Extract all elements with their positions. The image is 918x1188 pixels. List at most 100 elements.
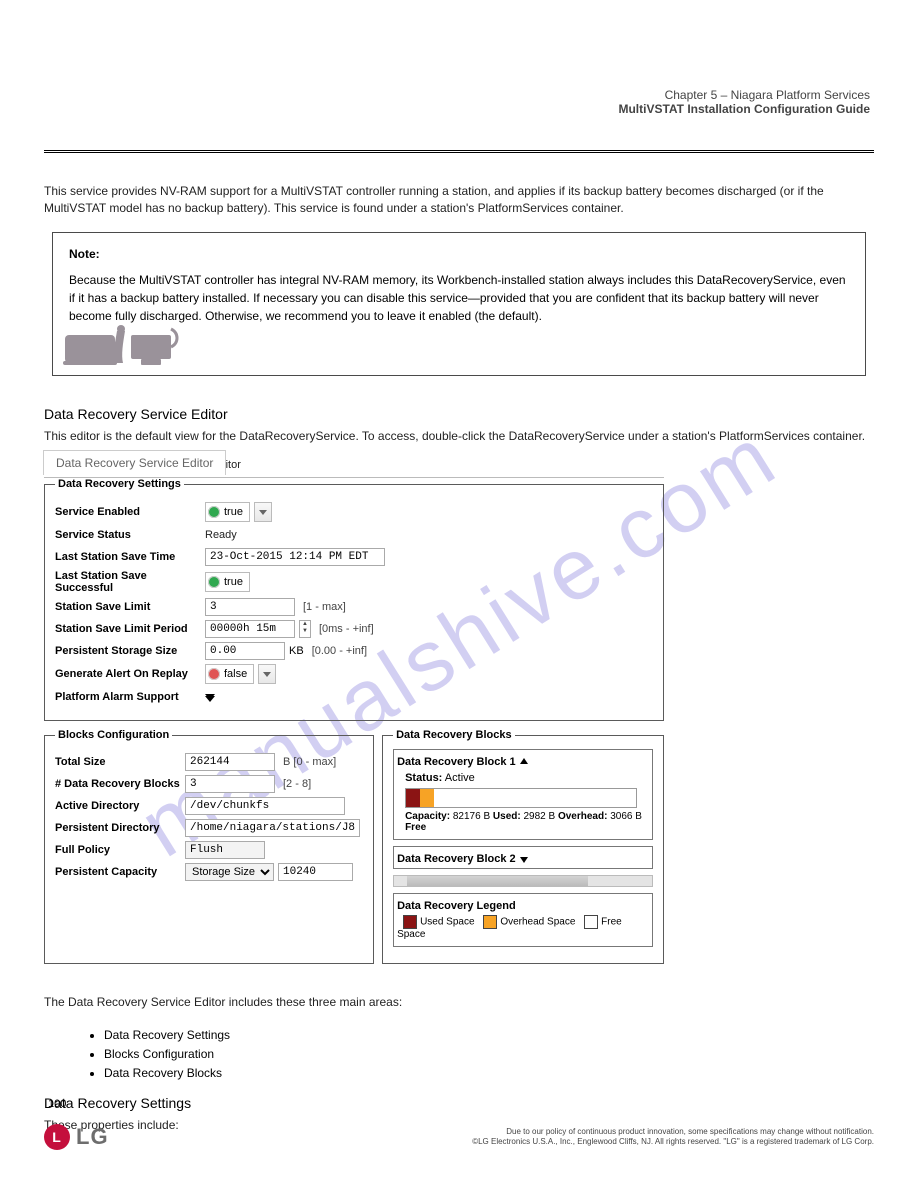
free-label: Free <box>405 822 426 833</box>
status-dot-red-icon <box>208 668 220 680</box>
save-limit-period-input[interactable] <box>205 620 295 638</box>
page-header: Chapter 5 – Niagara Platform Services Mu… <box>618 88 870 116</box>
service-status-value: Ready <box>205 529 237 541</box>
expand-icon[interactable] <box>205 691 217 703</box>
total-size-input[interactable] <box>185 753 275 771</box>
recovery-block-1: Data Recovery Block 1 Status: Active <box>393 749 653 840</box>
persist-cap-input[interactable] <box>278 863 353 881</box>
footer-line1: Due to our policy of continuous product … <box>472 1127 874 1137</box>
data-recovery-settings-panel: Data Recovery Settings Service Enabled t… <box>44 478 664 721</box>
status-dot-green-icon <box>208 506 220 518</box>
over-label: Overhead: <box>558 811 607 822</box>
block2-title: Data Recovery Block 2 <box>397 853 516 865</box>
recovery-block-2: Data Recovery Block 2 <box>393 846 653 869</box>
save-limit-period-label: Station Save Limit Period <box>55 623 205 635</box>
persist-dir-input[interactable] <box>185 819 360 837</box>
note-text: Because the MultiVSTAT controller has in… <box>69 271 849 325</box>
settings-legend: Data Recovery Settings <box>55 478 184 490</box>
save-limit-period-stepper[interactable]: ▲▼ <box>299 620 311 638</box>
active-dir-label: Active Directory <box>55 800 185 812</box>
header-line1: Chapter 5 – Niagara Platform Services <box>618 88 870 102</box>
platform-alarm-label: Platform Alarm Support <box>55 691 205 703</box>
gen-alert-toggle[interactable]: false <box>205 664 254 684</box>
persist-cap-label: Persistent Capacity <box>55 866 185 878</box>
below-text: The Data Recovery Service Editor include… <box>44 994 874 1011</box>
blocks-scrollbar[interactable] <box>393 875 653 887</box>
used-val: 2982 B <box>523 811 555 822</box>
settings-desc-title: Data Recovery Settings <box>44 1095 874 1111</box>
num-blocks-label: # Data Recovery Blocks <box>55 778 185 790</box>
note-box: Note: Because the MultiVSTAT controller … <box>52 232 866 376</box>
editor-tab[interactable]: Data Recovery Service Editor <box>43 450 226 475</box>
bar-overhead <box>420 789 434 807</box>
block1-title: Data Recovery Block 1 <box>397 756 516 768</box>
last-save-ok-value: true <box>224 576 243 588</box>
persist-cap-select[interactable]: Storage Size <box>185 863 274 881</box>
bullet-2: Blocks Configuration <box>104 1045 874 1064</box>
service-enabled-dropdown-icon[interactable] <box>254 502 272 522</box>
lg-logo-text: LG <box>76 1124 109 1150</box>
page-footer: L LG Due to our policy of continuous pro… <box>44 1124 874 1150</box>
gen-alert-dropdown-icon[interactable] <box>258 664 276 684</box>
legend-over-swatch <box>483 915 497 929</box>
note-title: Note: <box>69 247 849 261</box>
used-label: Used: <box>493 811 521 822</box>
cap-label: Capacity: <box>405 811 450 822</box>
recovery-blocks-panel: Data Recovery Blocks Data Recovery Block… <box>382 729 664 964</box>
recovery-blocks-legend: Data Recovery Blocks <box>393 729 515 741</box>
legend-title: Data Recovery Legend <box>397 900 516 912</box>
num-blocks-hint: [2 - 8] <box>283 778 311 790</box>
save-limit-hint: [1 - max] <box>303 601 346 613</box>
num-blocks-input[interactable] <box>185 775 275 793</box>
persistent-size-hint: [0.00 - +inf] <box>312 645 367 657</box>
gen-alert-value: false <box>224 668 247 680</box>
cap-val: 82176 B <box>453 811 490 822</box>
gen-alert-label: Generate Alert On Replay <box>55 668 205 680</box>
active-dir-input[interactable] <box>185 797 345 815</box>
legend-used: Used Space <box>420 917 474 928</box>
block1-usage-bar <box>405 788 637 808</box>
collapse-up-icon[interactable] <box>520 757 530 767</box>
legend-free-swatch <box>584 915 598 929</box>
section-title: Data Recovery Service Editor <box>44 406 874 422</box>
save-limit-input[interactable] <box>205 598 295 616</box>
service-status-label: Service Status <box>55 529 205 541</box>
bullet-list: Data Recovery Settings Blocks Configurat… <box>64 1026 874 1084</box>
legend-over: Overhead Space <box>500 917 575 928</box>
full-policy-value[interactable] <box>185 841 265 859</box>
expand-down-icon[interactable] <box>520 854 530 864</box>
bar-free <box>434 789 636 807</box>
footer-line2: ©LG Electronics U.S.A., Inc., Englewood … <box>472 1137 874 1147</box>
last-save-ok-pill: true <box>205 572 250 592</box>
legend-used-swatch <box>403 915 417 929</box>
last-save-time-input[interactable] <box>205 548 385 566</box>
scrollbar-thumb[interactable] <box>407 876 588 886</box>
page-number: 100 <box>48 1098 66 1110</box>
save-limit-label: Station Save Limit <box>55 601 205 613</box>
bullet-1: Data Recovery Settings <box>104 1026 874 1045</box>
persist-dir-label: Persistent Directory <box>55 822 185 834</box>
full-policy-label: Full Policy <box>55 844 185 856</box>
bar-used <box>406 789 420 807</box>
last-save-time-label: Last Station Save Time <box>55 551 205 563</box>
lg-logo: L LG <box>44 1124 109 1150</box>
over-val: 3066 B <box>610 811 642 822</box>
service-enabled-value: true <box>224 506 243 518</box>
bullet-3: Data Recovery Blocks <box>104 1064 874 1083</box>
last-save-ok-label: Last Station Save Successful <box>55 570 205 594</box>
block1-status-value: Active <box>445 772 475 784</box>
header-line2: MultiVSTAT Installation Configuration Gu… <box>618 102 870 116</box>
section-text: This editor is the default view for the … <box>44 428 874 445</box>
persistent-size-unit: KB <box>289 645 304 657</box>
blocks-config-legend: Blocks Configuration <box>55 729 172 741</box>
total-size-label: Total Size <box>55 756 185 768</box>
service-enabled-toggle[interactable]: true <box>205 502 250 522</box>
recovery-legend-box: Data Recovery Legend Used Space Overhead… <box>393 893 653 947</box>
persistent-size-input[interactable] <box>205 642 285 660</box>
total-size-hint: B [0 - max] <box>283 756 336 768</box>
header-rule <box>44 150 874 153</box>
save-limit-period-hint: [0ms - +inf] <box>319 623 374 635</box>
note-icon <box>61 325 181 369</box>
blocks-config-panel: Blocks Configuration Total Size B [0 - m… <box>44 729 374 964</box>
status-dot-green-icon <box>208 576 220 588</box>
